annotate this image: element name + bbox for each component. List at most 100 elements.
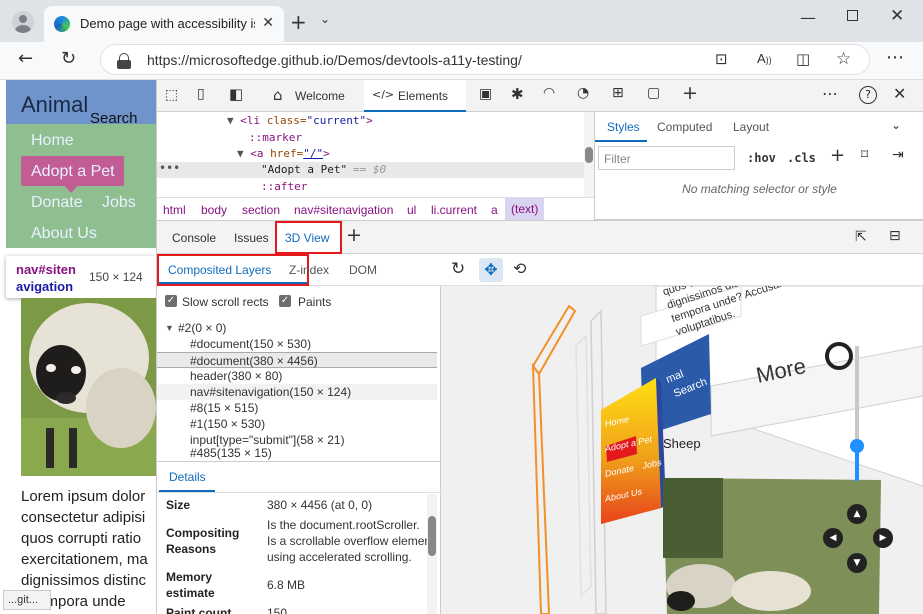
paints-label: Paints — [298, 295, 332, 309]
reset-view-icon[interactable]: ↻ — [451, 259, 465, 279]
dom-ellipsis-icon[interactable]: ••• — [159, 161, 180, 175]
edge-favicon-icon — [54, 16, 70, 32]
dom-line-after[interactable]: ::after — [261, 180, 307, 193]
help-icon[interactable]: ? — [859, 86, 877, 104]
paints-checkbox[interactable]: ✓ — [279, 295, 291, 307]
tab-list-chevron-icon[interactable]: ⌄ — [320, 12, 330, 26]
dom-line-a[interactable]: ▼ <a href="/"> — [237, 147, 330, 160]
app-available-icon[interactable]: ⊡ — [715, 50, 728, 68]
layer-row[interactable]: #8(15 × 515) — [157, 400, 437, 416]
dom-line-marker[interactable]: ::marker — [249, 131, 302, 144]
details-scrollbar[interactable] — [427, 494, 437, 614]
tab-styles[interactable]: Styles — [595, 112, 647, 142]
device-emulation-icon[interactable]: ▯ — [197, 86, 205, 102]
cls-toggle[interactable]: .cls — [787, 151, 816, 165]
close-tab-icon[interactable]: ✕ — [262, 15, 274, 31]
layer-row[interactable]: input[type="submit"](58 × 21) — [157, 432, 437, 448]
favorite-star-icon[interactable]: ☆ — [836, 49, 851, 69]
crumb-nav[interactable]: nav#sitenavigation — [294, 203, 393, 217]
pan-mode-icon[interactable]: ✥ — [479, 258, 503, 282]
rotate-mode-icon[interactable]: ⟲ — [513, 259, 526, 278]
pan-right-button[interactable]: ▶ — [873, 528, 893, 548]
crumb-a[interactable]: a — [491, 203, 498, 217]
tab-elements[interactable]: </> Elements — [364, 80, 466, 112]
layer-row[interactable]: #485(135 × 15) — [157, 448, 437, 460]
new-tab-icon[interactable]: + — [290, 10, 307, 34]
scene-nav-labels: Home Adopt a Pet Donate Jobs About Us — [605, 400, 662, 506]
profile-avatar-icon[interactable] — [12, 11, 34, 33]
dock-side-icon[interactable]: ◧ — [229, 85, 243, 103]
more-tools-plus-icon[interactable]: + — [682, 82, 698, 104]
crumb-li[interactable]: li.current — [431, 203, 477, 217]
pan-up-button[interactable]: ▲ — [847, 504, 867, 524]
toggle-sidebar-icon[interactable]: ⇥ — [892, 147, 904, 163]
back-arrow-icon[interactable]: ← — [18, 48, 33, 69]
layer-row[interactable]: header(380 × 80) — [157, 368, 437, 384]
nav-link-adopt[interactable]: Adopt a Pet — [31, 163, 115, 181]
close-devtools-icon[interactable]: ✕ — [893, 84, 906, 103]
application-icon[interactable]: ▢ — [647, 85, 660, 101]
drawer-tab-console[interactable]: Console — [172, 231, 216, 245]
minimize-icon[interactable]: — — [800, 8, 816, 27]
nav-link-home[interactable]: Home — [31, 132, 74, 150]
slow-scroll-label: Slow scroll rects — [182, 295, 269, 309]
browser-tab[interactable]: Demo page with accessibility issu ✕ — [44, 6, 284, 42]
console-icon[interactable]: ▣ — [479, 86, 492, 102]
styles-chevron-icon[interactable]: ⌄ — [891, 118, 901, 132]
layer-row[interactable]: #document(150 × 530) — [157, 336, 437, 352]
nav-link-jobs[interactable]: Jobs — [102, 194, 136, 212]
refresh-icon[interactable]: ↻ — [61, 48, 76, 69]
close-window-icon[interactable]: ✕ — [890, 6, 904, 26]
details-tab[interactable]: Details — [159, 462, 215, 492]
hov-toggle[interactable]: :hov — [747, 151, 776, 165]
styles-filter-input[interactable]: Filter — [598, 146, 735, 170]
pan-down-button[interactable]: ▼ — [847, 553, 867, 573]
layer-row[interactable]: ▼ #2(0 × 0) — [157, 320, 437, 336]
tab-layout[interactable]: Layout — [733, 120, 769, 134]
3d-scene[interactable]: quos corrupti dignissimos distinctio tem… — [441, 286, 923, 614]
crumb-section[interactable]: section — [242, 203, 280, 217]
layer-name: #document(150 × 530) — [190, 337, 312, 351]
more-menu-icon[interactable]: ⋯ — [886, 47, 904, 68]
dom-line-selected[interactable]: ••• "Adopt a Pet" == $0 — [157, 161, 584, 178]
drawer-tab-issues[interactable]: Issues — [234, 231, 269, 245]
crumb-ul[interactable]: ul — [407, 203, 416, 217]
dom-val: "/" — [303, 147, 324, 160]
crumb-body[interactable]: body — [201, 203, 227, 217]
performance-icon[interactable]: ◔ — [577, 85, 589, 101]
split-screen-icon[interactable]: ◫ — [796, 50, 810, 68]
dom-tag: <li — [240, 114, 261, 127]
maximize-icon[interactable] — [847, 10, 858, 21]
subtab-z-index[interactable]: Z-index — [289, 263, 329, 277]
crumb-text[interactable]: (text) — [505, 198, 545, 220]
close-drawer-icon[interactable]: ⊟ — [889, 228, 901, 244]
layer-row[interactable]: #1(150 × 530) — [157, 416, 437, 432]
read-aloud-icon[interactable]: A)) — [757, 51, 772, 66]
layer-row[interactable]: #document(380 × 4456) — [157, 352, 437, 368]
element-state-icon[interactable]: ⌑ — [861, 147, 868, 163]
dom-line-li[interactable]: ▼ <li class="current"> — [227, 114, 373, 127]
dock-drawer-icon[interactable]: ⇱ — [855, 229, 867, 245]
network-wifi-icon[interactable]: ◠ — [543, 85, 555, 101]
bug-icon[interactable]: ✱ — [511, 85, 524, 103]
layer-name: #1(150 × 530) — [190, 417, 266, 431]
tab-welcome[interactable]: ⌂ Welcome — [267, 80, 359, 112]
layer-name: #8(15 × 515) — [190, 401, 259, 415]
devtools-more-icon[interactable]: ⋯ — [822, 84, 838, 103]
inspect-element-icon[interactable]: ⬚ — [165, 87, 178, 103]
pan-left-button[interactable]: ◀ — [823, 528, 843, 548]
nav-link-donate[interactable]: Donate — [31, 194, 83, 212]
slow-scroll-checkbox[interactable]: ✓ — [165, 295, 177, 307]
dom-scrollbar[interactable] — [584, 112, 594, 197]
layer-row[interactable]: nav#sitenavigation(150 × 124) — [157, 384, 437, 400]
drawer-add-tab-icon[interactable]: + — [346, 224, 362, 246]
url-path: /Demos/devtools-a11y-testing/ — [333, 52, 522, 68]
new-style-rule-icon[interactable]: + — [830, 145, 845, 166]
dom-tree: ▼ <li class="current"> ::marker ▼ <a hre… — [157, 112, 594, 197]
tab-computed[interactable]: Computed — [657, 120, 712, 134]
address-bar[interactable]: https://microsoftedge.github.io/Demos/de… — [100, 44, 870, 75]
nav-link-about[interactable]: About Us — [31, 225, 97, 243]
memory-chip-icon[interactable]: ⊞ — [612, 85, 624, 101]
crumb-html[interactable]: html — [163, 203, 186, 217]
subtab-dom[interactable]: DOM — [349, 263, 377, 277]
